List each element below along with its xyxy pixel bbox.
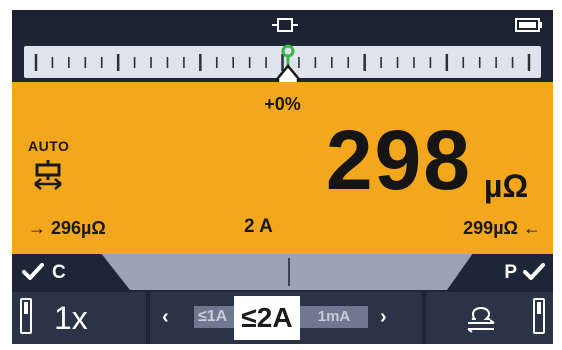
max-reading: 299µΩ ← — [463, 218, 541, 238]
main-reading-unit: µΩ — [484, 168, 529, 204]
chevron-left-icon[interactable]: ‹ — [162, 306, 169, 329]
meter-display: +0% AUTO 298 µΩ → 296µΩ 2 A 299µΩ ← C P — [12, 10, 553, 344]
reading-panel: +0% AUTO 298 µΩ → 296µΩ 2 A 299µΩ ← — [12, 82, 553, 254]
softkey-indicator-left — [20, 298, 32, 334]
main-reading-value: 298 — [325, 113, 472, 207]
probe-connection-icon — [272, 18, 298, 32]
auto-probe-icon — [34, 160, 62, 190]
limit-label-left: C — [52, 262, 66, 283]
multiplier-softkey[interactable]: 1x — [12, 292, 146, 344]
mode-label: AUTO — [28, 138, 70, 154]
softkey-indicator-right — [533, 298, 545, 334]
current-option-next[interactable]: 1mA — [300, 306, 368, 328]
continuity-limit-tab[interactable]: C — [12, 254, 130, 290]
status-bar — [12, 10, 553, 40]
battery-icon — [515, 18, 542, 32]
current-option-previous[interactable]: ≤1A — [194, 306, 234, 328]
chevron-right-icon[interactable]: › — [380, 306, 387, 329]
min-reading: → 296µΩ — [28, 218, 106, 238]
check-icon — [22, 263, 44, 280]
current-reversal-icon — [467, 307, 495, 333]
test-current-selector[interactable]: ‹ ≤1A 1mA ≤2A › — [150, 292, 422, 344]
reverse-current-softkey[interactable] — [426, 292, 553, 344]
test-current: 2 A — [244, 216, 273, 237]
softkey-row: 1x ‹ ≤1A 1mA ≤2A › — [12, 292, 553, 344]
limit-label-right: P — [504, 262, 517, 283]
pass-limit-tab[interactable]: P — [447, 254, 553, 290]
check-icon — [523, 263, 545, 280]
multiplier-value: 1x — [54, 300, 88, 336]
strip-divider — [288, 258, 290, 286]
limit-strip: C P — [12, 254, 553, 290]
current-option-selected[interactable]: ≤2A — [234, 296, 300, 340]
